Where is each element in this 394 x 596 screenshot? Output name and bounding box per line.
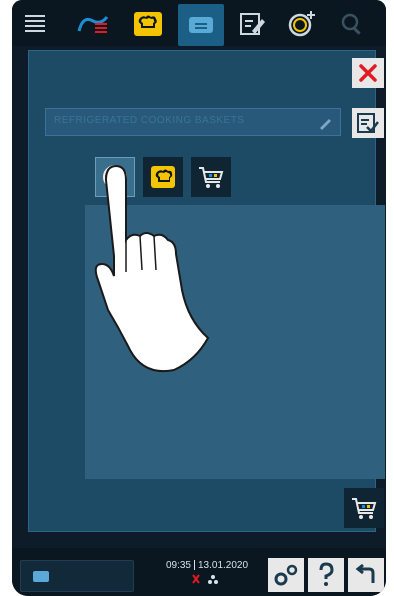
tab-shopping-cart[interactable] [191, 157, 231, 197]
back-button[interactable] [348, 558, 384, 592]
tab-timer[interactable] [282, 7, 322, 41]
group-name-field[interactable]: REFRIGERATED COOKING BASKETS [45, 108, 341, 136]
content-area [85, 205, 385, 479]
shopping-cart-icon [199, 167, 224, 188]
shopping-cart-icon [352, 498, 377, 519]
date-display: 13.01.2020 [197, 560, 249, 571]
gears-icon [274, 564, 298, 586]
tab-chef-hat[interactable] [126, 7, 170, 41]
cart-button[interactable] [344, 488, 384, 528]
chef-hat-icon [151, 166, 175, 188]
confirm-button[interactable] [352, 108, 384, 138]
help-button[interactable] [308, 558, 344, 592]
question-mark-icon [319, 562, 334, 586]
status-area: 09:35 13.01.2020 [152, 560, 262, 587]
tab-chef-hat-panel[interactable] [143, 157, 183, 197]
back-arrow-icon [355, 563, 375, 583]
cookbook-shortcut-button[interactable] [20, 560, 134, 592]
device-screen: REFRIGERATED COOKING BASKETS 09:35 13.01… [12, 0, 386, 596]
top-navigation-bar [12, 0, 386, 46]
tab-edit-notes[interactable] [232, 7, 272, 41]
cookbook-icon [189, 17, 213, 33]
edit-confirm-icon [357, 113, 379, 133]
settings-button[interactable] [268, 558, 304, 592]
red-dot-icon [103, 165, 127, 189]
close-x-icon [359, 64, 377, 82]
menu-lines-icon [25, 15, 45, 32]
tab-search[interactable] [332, 7, 372, 41]
tab-cooking-paths[interactable] [68, 7, 118, 41]
pencil-icon [320, 119, 331, 130]
cooking-paths-icon [77, 16, 109, 33]
tab-cookbook[interactable] [178, 4, 224, 46]
status-icons [192, 574, 218, 584]
time-display: 09:35 [165, 560, 191, 571]
cookbook-icon [33, 571, 49, 582]
clock-plus-icon [288, 11, 315, 37]
group-name-value: REFRIGERATED COOKING BASKETS [54, 115, 245, 126]
tab-favorites[interactable] [95, 157, 135, 197]
edit-notes-icon [240, 13, 265, 35]
close-button[interactable] [352, 58, 384, 88]
search-icon [341, 13, 361, 35]
menu-button[interactable] [18, 7, 52, 41]
chef-hat-icon [134, 12, 162, 36]
